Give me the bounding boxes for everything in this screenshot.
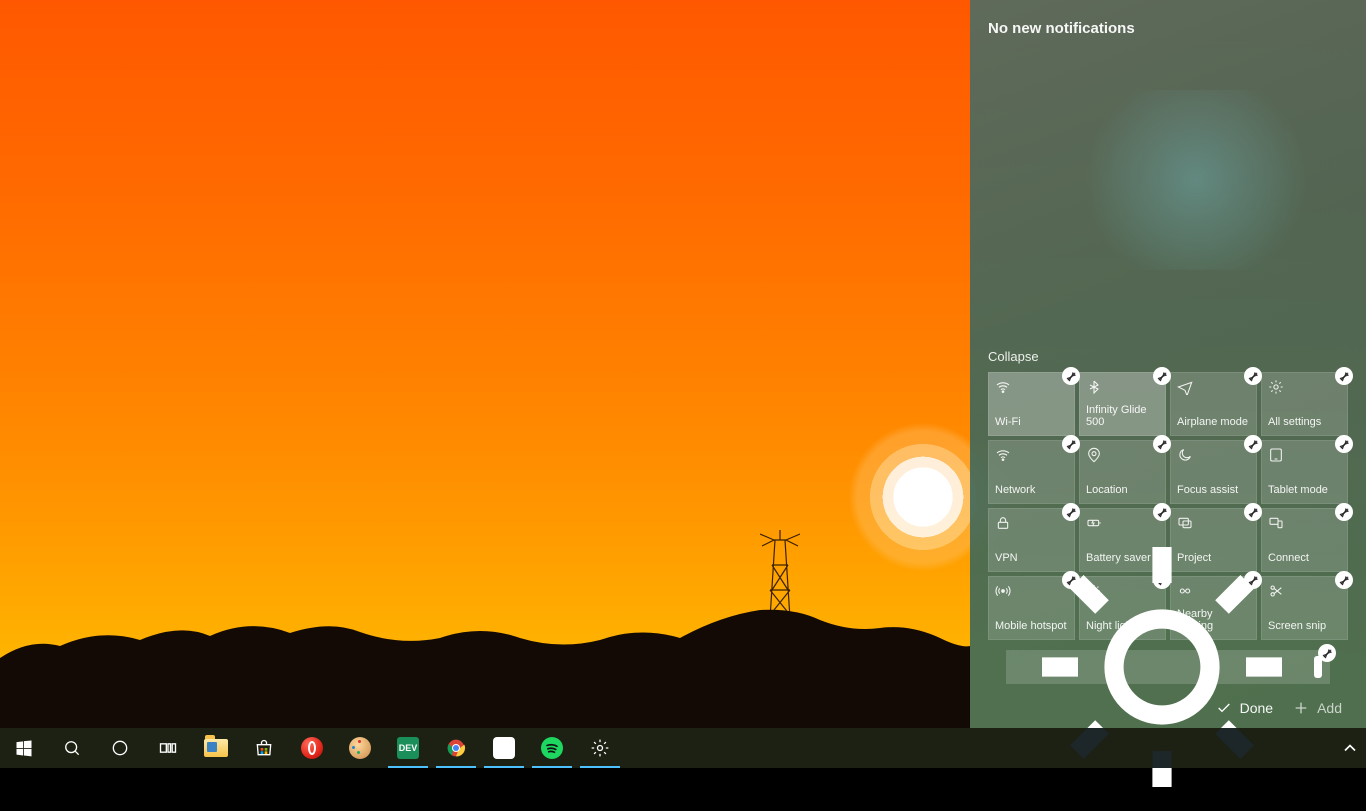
quick-action-label: Wi-Fi [995, 416, 1068, 429]
hotspot-icon [995, 583, 1011, 599]
quick-action-tablet[interactable]: Tablet mode [1261, 440, 1348, 504]
quick-action-label: Tablet mode [1268, 484, 1341, 497]
quick-action-airplane[interactable]: Airplane mode [1170, 372, 1257, 436]
taskbar-chrome[interactable] [432, 728, 480, 768]
unpin-icon[interactable] [1335, 571, 1353, 589]
taskbar-devapp[interactable]: DEV [384, 728, 432, 768]
wifi-icon [995, 379, 1011, 395]
quick-action-label: Focus assist [1177, 484, 1250, 497]
taskbar-start[interactable] [0, 728, 48, 768]
taskbar-taskview[interactable] [144, 728, 192, 768]
quick-action-label: All settings [1268, 416, 1341, 429]
tray-chevron-up-icon[interactable] [1334, 728, 1366, 768]
unpin-icon[interactable] [1335, 367, 1353, 385]
airplane-icon [1177, 379, 1193, 395]
wallpaper-tower [760, 530, 800, 650]
unpin-icon[interactable] [1335, 503, 1353, 521]
taskbar-opera[interactable] [288, 728, 336, 768]
quick-action-bluetooth[interactable]: Infinity Glide 500 [1079, 372, 1166, 436]
taskbar-explorer[interactable] [192, 728, 240, 768]
taskbar-store[interactable] [240, 728, 288, 768]
tablet-icon [1268, 447, 1284, 463]
quick-action-label: Network [995, 484, 1068, 497]
quick-action-wifi[interactable]: Wi-Fi [988, 372, 1075, 436]
quick-action-network[interactable]: Network [988, 440, 1075, 504]
taskbar-cortana[interactable] [96, 728, 144, 768]
taskbar: DEV [0, 728, 1366, 768]
taskbar-settings[interactable] [576, 728, 624, 768]
taskbar-paint[interactable] [336, 728, 384, 768]
quick-action-focus[interactable]: Focus assist [1170, 440, 1257, 504]
quick-action-label: Airplane mode [1177, 416, 1250, 429]
quick-action-location[interactable]: Location [1079, 440, 1166, 504]
unpin-icon[interactable] [1153, 503, 1171, 521]
taskbar-spotify[interactable] [528, 728, 576, 768]
action-center-panel: No new notifications Collapse Wi-Fi Infi… [970, 0, 1366, 728]
unpin-icon[interactable] [1335, 435, 1353, 453]
unpin-icon[interactable] [1244, 435, 1262, 453]
unpin-icon[interactable] [1062, 503, 1080, 521]
vpn-icon [995, 515, 1011, 531]
quick-action-label: Infinity Glide 500 [1086, 404, 1159, 429]
taskbar-search[interactable] [48, 728, 96, 768]
wifi-icon [995, 447, 1011, 463]
quick-action-settings[interactable]: All settings [1261, 372, 1348, 436]
location-icon [1086, 447, 1102, 463]
unpin-icon[interactable] [1062, 367, 1080, 385]
system-tray [1334, 728, 1366, 768]
taskbar-slack[interactable] [480, 728, 528, 768]
notifications-header: No new notifications [970, 0, 1366, 47]
unpin-icon[interactable] [1062, 435, 1080, 453]
add-label: Add [1317, 700, 1342, 716]
unpin-icon[interactable] [1153, 435, 1171, 453]
moon-icon [1177, 447, 1193, 463]
unpin-icon[interactable] [1244, 503, 1262, 521]
unpin-icon[interactable] [1153, 367, 1171, 385]
brightness-slider[interactable] [1006, 650, 1330, 684]
unpin-icon[interactable] [1318, 644, 1336, 662]
quick-action-label: Location [1086, 484, 1159, 497]
wallpaper-mountains [0, 528, 970, 728]
bluetooth-icon [1086, 379, 1102, 395]
unpin-icon[interactable] [1244, 367, 1262, 385]
gear-icon [1268, 379, 1284, 395]
